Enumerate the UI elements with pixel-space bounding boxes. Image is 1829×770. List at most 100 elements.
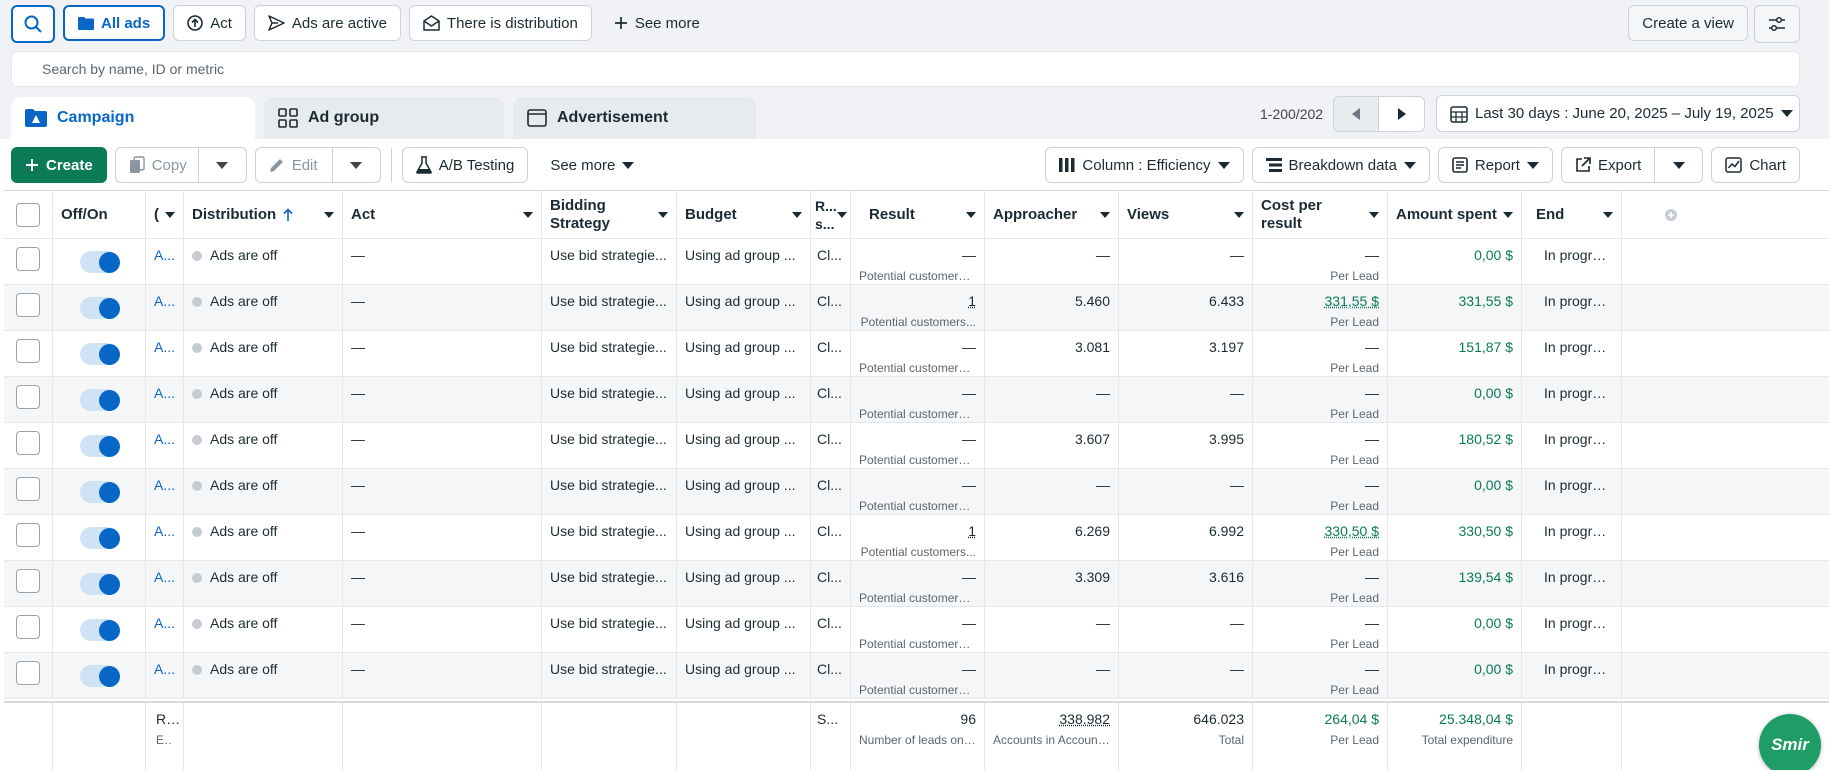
header-cost-per-result[interactable]: Cost per result (1253, 191, 1388, 238)
campaign-toggle[interactable] (80, 527, 120, 549)
export-dropdown-button[interactable] (1655, 147, 1704, 183)
view-settings-button[interactable] (1754, 5, 1800, 43)
report-button[interactable]: Report (1437, 147, 1553, 183)
filter-all-ads-button[interactable]: All ads (63, 5, 166, 41)
header-name[interactable]: ( (146, 191, 184, 238)
approacher-value: 3.081 (1074, 339, 1110, 355)
distribution-cell: Ads are off (184, 653, 343, 698)
header-distribution[interactable]: Distribution (184, 191, 343, 238)
campaign-toggle[interactable] (80, 481, 120, 503)
campaign-name-link[interactable]: A... (154, 615, 175, 631)
header-views[interactable]: Views (1119, 191, 1253, 238)
amount-cell: 180,52 $ (1388, 423, 1522, 468)
table-row[interactable]: A... Ads are off — Use bid strategie... Usin… (4, 607, 1829, 653)
approacher-cell: — (985, 239, 1119, 284)
campaign-name-link[interactable]: A... (154, 661, 175, 677)
row-checkbox[interactable] (16, 339, 40, 363)
campaign-toggle[interactable] (80, 389, 120, 411)
filter-distribution-button[interactable]: There is distribution (408, 5, 592, 41)
status-dot-icon (192, 481, 202, 491)
tab-campaign[interactable]: Campaign (11, 97, 255, 139)
campaign-toggle[interactable] (80, 435, 120, 457)
table-row[interactable]: A... Ads are off — Use bid strategie... Usin… (4, 469, 1829, 515)
act-value: — (351, 431, 365, 447)
distribution-cell: Ads are off (184, 423, 343, 468)
edit-dropdown-button[interactable] (332, 147, 381, 183)
summary-approacher[interactable]: 338.982 (1059, 711, 1110, 727)
table-row[interactable]: A... Ads are off — Use bid strategie... Usin… (4, 515, 1829, 561)
header-budget[interactable]: Budget (677, 191, 811, 238)
amount-cell: 0,00 $ (1388, 653, 1522, 698)
search-toggle-button[interactable] (11, 5, 55, 43)
create-view-button[interactable]: Create a view (1628, 5, 1748, 41)
filter-ads-active-button[interactable]: Ads are active (253, 5, 401, 41)
campaign-name-link[interactable]: A... (154, 569, 175, 585)
result-cell: — Potential customers ... (851, 653, 985, 698)
campaign-name-link[interactable]: A... (154, 339, 175, 355)
campaign-name-link[interactable]: A... (154, 293, 175, 309)
campaign-toggle[interactable] (80, 665, 120, 687)
campaign-toggle[interactable] (80, 619, 120, 641)
prev-page-button[interactable] (1333, 96, 1380, 132)
row-checkbox[interactable] (16, 569, 40, 593)
header-approacher[interactable]: Approacher (985, 191, 1119, 238)
table-row[interactable]: A... Ads are off — Use bid strategie... Usin… (4, 285, 1829, 331)
header-end[interactable]: End (1522, 191, 1622, 238)
campaign-name-link[interactable]: A... (154, 477, 175, 493)
header-off-on[interactable]: Off/On (53, 191, 146, 238)
campaign-toggle[interactable] (80, 573, 120, 595)
row-checkbox[interactable] (16, 615, 40, 639)
table-row[interactable]: A... Ads are off — Use bid strategie... Usin… (4, 331, 1829, 377)
search-input[interactable] (42, 61, 1769, 77)
campaign-toggle[interactable] (80, 343, 120, 365)
row-select-cell (4, 285, 53, 330)
filter-act-button[interactable]: Act (173, 5, 246, 41)
header-act[interactable]: Act (343, 191, 542, 238)
table-row[interactable]: A... Ads are off — Use bid strategie... Usin… (4, 423, 1829, 469)
campaign-name-link[interactable]: A... (154, 385, 175, 401)
summary-approacher-sub: Accounts in Account... (993, 733, 1110, 747)
row-checkbox[interactable] (16, 523, 40, 547)
table-row[interactable]: A... Ads are off — Use bid strategie... Usin… (4, 377, 1829, 423)
header-result[interactable]: Result (851, 191, 985, 238)
campaign-toggle[interactable] (80, 251, 120, 273)
chart-button[interactable]: Chart (1711, 147, 1800, 183)
bidding-value: Use bid strategie... (550, 385, 667, 401)
row-checkbox[interactable] (16, 431, 40, 455)
next-page-button[interactable] (1379, 96, 1426, 132)
filter-see-more-button[interactable]: See more (600, 5, 714, 41)
row-checkbox[interactable] (16, 661, 40, 685)
column-efficiency-button[interactable]: Column : Efficiency (1045, 147, 1244, 183)
add-column-icon[interactable] (1664, 208, 1678, 222)
table-row[interactable]: A... Ads are off — Use bid strategie... Usin… (4, 561, 1829, 607)
campaign-name-link[interactable]: A... (154, 247, 175, 263)
campaign-name-link[interactable]: A... (154, 431, 175, 447)
bidding-cell: Use bid strategie... (542, 285, 677, 330)
copy-dropdown-button[interactable] (198, 147, 247, 183)
export-button[interactable]: Export (1560, 147, 1656, 183)
tab-advertisement[interactable]: Advertisement (513, 97, 756, 139)
header-rs[interactable]: R... s... (811, 191, 851, 238)
campaign-name-link[interactable]: A... (154, 523, 175, 539)
create-button[interactable]: Create (11, 147, 107, 183)
ab-testing-button[interactable]: A/B Testing (401, 147, 529, 183)
date-range-picker[interactable]: Last 30 days : June 20, 2025 – July 19, … (1436, 95, 1800, 132)
row-checkbox[interactable] (16, 247, 40, 271)
table-row[interactable]: A... Ads are off — Use bid strategie... Usin… (4, 653, 1829, 699)
table-row[interactable]: A... Ads are off — Use bid strategie... Usin… (4, 239, 1829, 285)
row-checkbox[interactable] (16, 477, 40, 501)
status-dot-icon (192, 527, 202, 537)
row-checkbox[interactable] (16, 385, 40, 409)
tab-ad-group[interactable]: Ad group (264, 97, 504, 139)
campaign-toggle[interactable] (80, 297, 120, 319)
edit-button[interactable]: Edit (254, 147, 333, 183)
header-bidding-strategy[interactable]: Bidding Strategy (542, 191, 677, 238)
copy-button[interactable]: Copy (114, 147, 199, 183)
row-checkbox[interactable] (16, 293, 40, 317)
breakdown-data-button[interactable]: Breakdown data (1251, 147, 1430, 183)
select-all-checkbox[interactable] (16, 202, 40, 227)
smir-logo[interactable]: Smir (1759, 714, 1821, 770)
views-cell: — (1119, 607, 1253, 652)
toolbar-see-more-button[interactable]: See more (536, 147, 648, 183)
header-amount-spent[interactable]: Amount spent (1388, 191, 1522, 238)
